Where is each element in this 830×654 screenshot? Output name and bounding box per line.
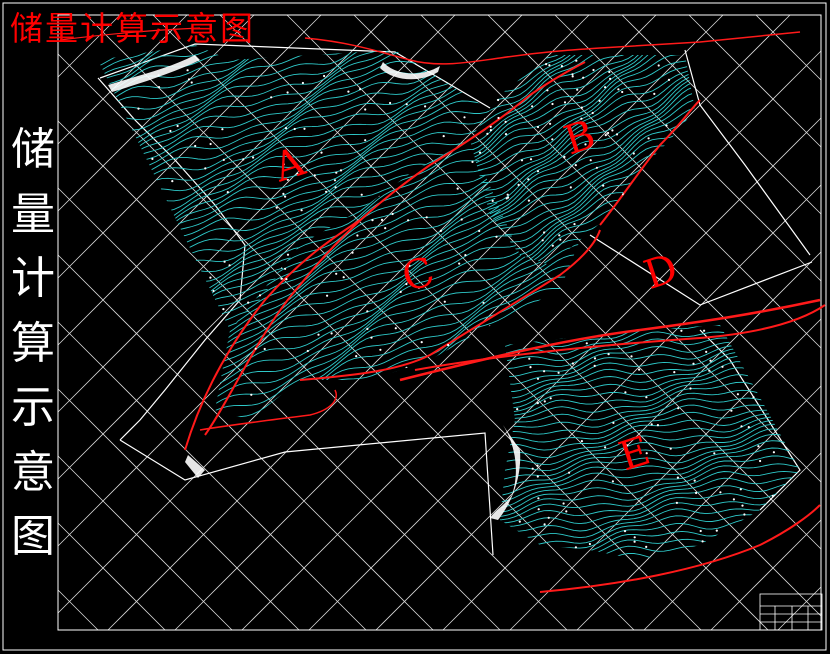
hatch-patches bbox=[108, 55, 521, 520]
vertical-title-char: 意 bbox=[11, 446, 55, 498]
map-inner-frame bbox=[57, 14, 822, 631]
map-outer-frame bbox=[2, 2, 827, 651]
vertical-title: 储 量 计 算 示 意 图 bbox=[9, 118, 57, 570]
zone-boundary-lines bbox=[59, 27, 826, 593]
map-title: 储量计算示意图 bbox=[10, 9, 255, 48]
vertical-title-char: 示 bbox=[11, 382, 55, 433]
coordinate-grid bbox=[57, 14, 822, 631]
vertical-title-char: 计 bbox=[11, 253, 55, 304]
title-block bbox=[759, 593, 823, 631]
vertical-title-char: 图 bbox=[11, 511, 55, 562]
vertical-title-char: 储 bbox=[11, 124, 55, 175]
vertical-title-char: 量 bbox=[11, 188, 55, 240]
vertical-title-char: 算 bbox=[11, 317, 55, 369]
reserve-map-canvas bbox=[2, 2, 827, 651]
